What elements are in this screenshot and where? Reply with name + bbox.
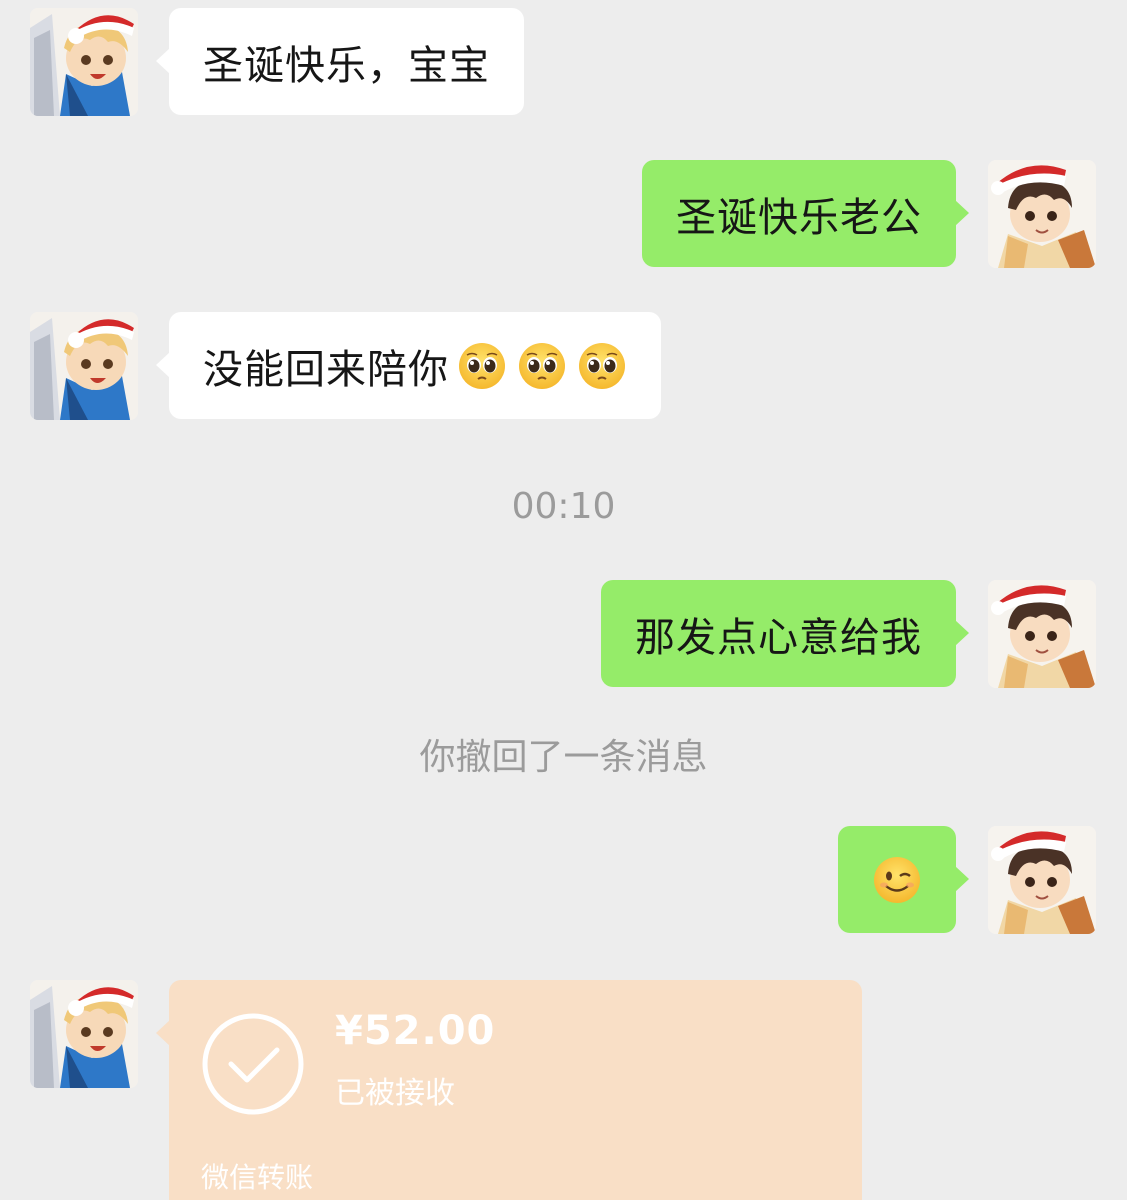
winking-face-icon bbox=[872, 855, 922, 905]
self-avatar[interactable] bbox=[988, 580, 1096, 688]
outgoing-message-bubble[interactable]: 圣诞快乐老公 bbox=[642, 160, 969, 267]
avatar-image bbox=[988, 826, 1096, 934]
message-text: 那发点心意给我 bbox=[635, 614, 922, 661]
message-text: 圣诞快乐老公 bbox=[676, 194, 922, 241]
pleading-face-icon bbox=[577, 341, 627, 391]
recall-notice: 你撤回了一条消息 bbox=[419, 737, 708, 778]
outgoing-message-bubble[interactable] bbox=[838, 826, 969, 933]
contact-avatar[interactable] bbox=[30, 312, 138, 420]
transfer-label: 微信转账 bbox=[201, 1161, 314, 1194]
transfer-card[interactable]: ¥52.00 已被接收 微信转账 bbox=[156, 980, 862, 1200]
contact-avatar[interactable] bbox=[30, 8, 138, 116]
outgoing-message-bubble[interactable]: 那发点心意给我 bbox=[601, 580, 969, 687]
avatar-image bbox=[30, 8, 138, 116]
avatar-image bbox=[30, 980, 138, 1088]
transfer-status: 已被接收 bbox=[335, 1076, 455, 1111]
message-text: 圣诞快乐，宝宝 bbox=[203, 42, 490, 89]
incoming-message-bubble[interactable]: 圣诞快乐，宝宝 bbox=[156, 8, 524, 115]
transfer-amount: ¥52.00 bbox=[335, 1008, 496, 1054]
pleading-face-icon bbox=[517, 341, 567, 391]
contact-avatar[interactable] bbox=[30, 980, 138, 1088]
chat-window: 圣诞快乐，宝宝 圣诞快乐老公 没能回来陪你 00:10 那发点心意给我 你撤回了… bbox=[0, 0, 1127, 1200]
message-text: 没能回来陪你 bbox=[203, 346, 449, 393]
message-timestamp: 00:10 bbox=[511, 486, 616, 527]
incoming-message-bubble[interactable]: 没能回来陪你 bbox=[156, 312, 661, 419]
avatar-image bbox=[988, 160, 1096, 268]
self-avatar[interactable] bbox=[988, 160, 1096, 268]
avatar-image bbox=[30, 312, 138, 420]
self-avatar[interactable] bbox=[988, 826, 1096, 934]
avatar-image bbox=[988, 580, 1096, 688]
check-circle-icon bbox=[202, 1013, 304, 1115]
pleading-face-icon bbox=[457, 341, 507, 391]
